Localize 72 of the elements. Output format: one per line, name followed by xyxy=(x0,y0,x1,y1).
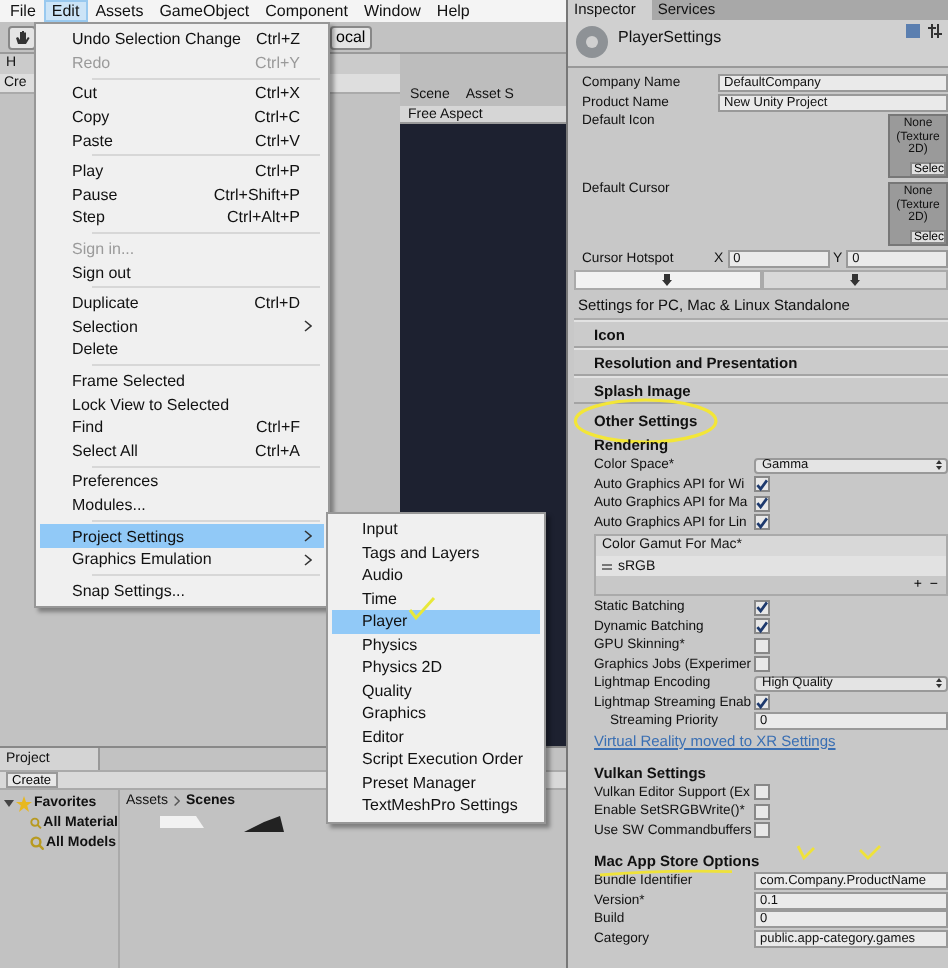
check-mark xyxy=(858,844,882,860)
hand-icon xyxy=(14,29,30,45)
arrow-down-icon xyxy=(662,274,673,286)
search-icon xyxy=(30,816,42,830)
asset-thumbnail-icon xyxy=(160,816,204,828)
menu-item[interactable]: Select All Ctrl+A xyxy=(40,439,324,463)
search-icon xyxy=(30,836,44,850)
menu-item[interactable]: Sign out xyxy=(40,260,324,284)
menu-item[interactable]: Selection xyxy=(40,315,324,339)
menu-bar-item[interactable]: File xyxy=(2,0,44,22)
checkbox[interactable] xyxy=(754,495,770,512)
menu-item[interactable]: Snap Settings... xyxy=(40,578,324,603)
menu-item[interactable]: Copy Ctrl+C xyxy=(40,105,324,129)
menu-item[interactable]: Tags and Layers xyxy=(332,541,540,564)
expand-arrow-icon[interactable] xyxy=(4,798,14,808)
menu-item[interactable]: Lock View to Selected xyxy=(40,392,324,416)
menu-item[interactable]: Delete xyxy=(40,338,324,362)
menu-item[interactable]: Step Ctrl+Alt+P xyxy=(40,206,324,230)
check-mark xyxy=(408,596,436,620)
menu-bar-item[interactable]: Edit xyxy=(43,0,88,22)
menu-bar-item[interactable]: Window xyxy=(355,0,429,22)
star-icon xyxy=(16,795,32,811)
component-title: PlayerSettings xyxy=(618,28,724,46)
menu-item[interactable]: Modules... xyxy=(40,493,324,517)
menu-item[interactable]: Play Ctrl+P xyxy=(40,159,324,184)
menu-item[interactable]: Frame Selected xyxy=(40,369,324,393)
checkbox[interactable] xyxy=(754,514,770,531)
local-button[interactable]: ocal xyxy=(330,25,372,49)
checkbox[interactable] xyxy=(754,599,770,616)
menu-item[interactable]: Duplicate Ctrl+D xyxy=(40,291,324,316)
menu-item[interactable]: Time xyxy=(332,587,540,610)
menu-item[interactable]: Script Execution Order xyxy=(332,748,540,771)
checkbox[interactable] xyxy=(754,637,770,654)
menu-item[interactable]: Audio xyxy=(332,564,540,587)
checkbox[interactable] xyxy=(754,656,770,673)
drag-handle-icon[interactable] xyxy=(602,563,612,569)
chevron-icon xyxy=(174,796,181,806)
menu-item[interactable]: Preset Manager xyxy=(332,771,540,794)
menu-item[interactable]: Paste Ctrl+V xyxy=(40,128,324,152)
menu-item[interactable]: Graphics xyxy=(332,702,540,725)
menu-item[interactable]: Find Ctrl+F xyxy=(40,415,324,439)
menu-bar-item[interactable]: Component xyxy=(257,0,356,22)
chevron-icon xyxy=(304,320,312,333)
checkbox[interactable] xyxy=(754,822,770,839)
menu-item[interactable]: Preferences xyxy=(40,470,324,494)
hand-tool-button[interactable] xyxy=(8,25,36,49)
dropdown-arrows-icon xyxy=(936,678,942,689)
menu-item[interactable]: Input xyxy=(332,518,540,541)
checkbox[interactable] xyxy=(754,618,770,635)
menu-item[interactable]: Physics 2D xyxy=(332,656,540,679)
underline-stroke xyxy=(598,870,734,876)
menu-item[interactable]: Graphics Emulation xyxy=(40,547,324,571)
menu-item[interactable]: Undo Selection Change Ctrl+Z xyxy=(40,28,324,52)
dropdown-arrows-icon xyxy=(936,460,942,471)
asset-thumbnail-icon xyxy=(244,816,288,832)
menu-bar-item[interactable]: Help xyxy=(428,0,478,22)
checkbox[interactable] xyxy=(754,476,770,493)
menu-bar-item[interactable]: GameObject xyxy=(151,0,258,22)
arrow-down-icon xyxy=(849,274,860,286)
menu-item[interactable]: Editor xyxy=(332,725,540,748)
menu-item[interactable]: Quality xyxy=(332,679,540,702)
menu-bar-item[interactable]: Assets xyxy=(87,0,152,22)
checkbox[interactable] xyxy=(754,694,770,711)
menu-item[interactable]: Pause Ctrl+Shift+P xyxy=(40,183,324,207)
menu-item[interactable]: Player xyxy=(332,610,540,633)
checkbox[interactable] xyxy=(754,784,770,801)
menu-item[interactable]: Physics xyxy=(332,633,540,656)
menu-item[interactable]: TextMeshPro Settings xyxy=(332,794,540,817)
menu-item[interactable]: Project Settings xyxy=(40,524,324,548)
menu-item[interactable]: Cut Ctrl+X xyxy=(40,82,324,106)
checkbox[interactable] xyxy=(754,803,770,820)
sliders-icon[interactable] xyxy=(928,24,942,38)
